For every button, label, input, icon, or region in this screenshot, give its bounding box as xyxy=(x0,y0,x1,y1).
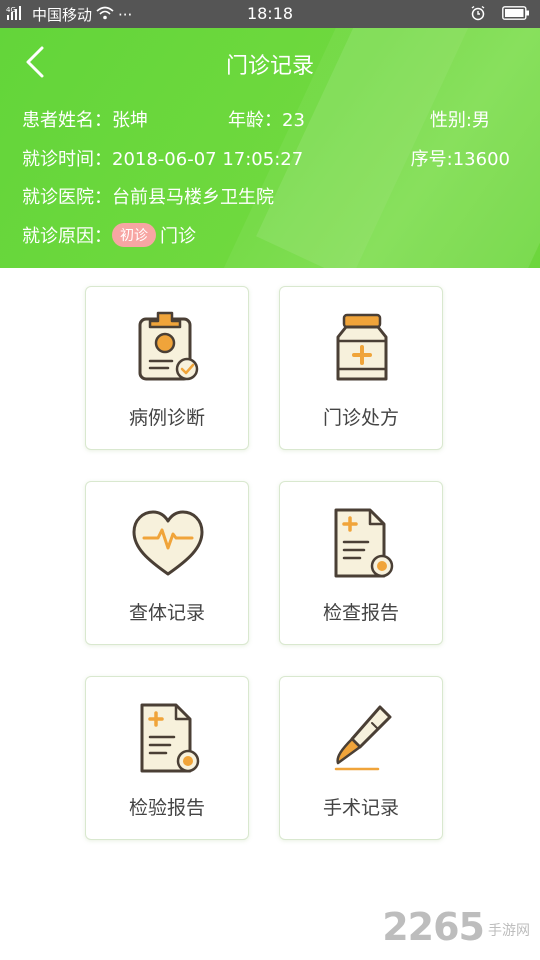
exam-report-card[interactable]: 检查报告 xyxy=(279,481,443,645)
card-label: 检查报告 xyxy=(322,602,399,624)
patient-gender-row: 性别:男 xyxy=(430,106,490,132)
clipboard-icon xyxy=(128,309,208,389)
visit-reason: 门诊 xyxy=(160,226,196,247)
first-visit-badge: 初诊 xyxy=(112,223,156,247)
card-label: 病例诊断 xyxy=(128,407,205,429)
watermark: 2265 手游网 xyxy=(382,905,530,949)
sequence-label: 序号: xyxy=(410,149,453,170)
heart-pulse-icon xyxy=(128,504,208,584)
hospital-label: 就诊医院： xyxy=(22,187,112,208)
patient-age-row: 年龄：23 xyxy=(228,106,305,132)
surgery-record-card[interactable]: 手术记录 xyxy=(279,676,443,840)
physical-exam-card[interactable]: 查体记录 xyxy=(85,481,249,645)
prescription-card[interactable]: 门诊处方 xyxy=(279,286,443,450)
exam-report-icon xyxy=(322,504,402,584)
card-label: 门诊处方 xyxy=(322,407,399,429)
status-right xyxy=(470,5,530,25)
card-label: 手术记录 xyxy=(322,797,399,819)
battery-icon xyxy=(502,6,530,24)
sequence-row: 序号:13600 xyxy=(411,145,510,171)
case-diagnosis-card[interactable]: 病例诊断 xyxy=(85,286,249,450)
patient-name: 张坤 xyxy=(112,110,148,131)
patient-name-row: 患者姓名：张坤 xyxy=(22,106,148,132)
card-label: 查体记录 xyxy=(128,602,205,624)
watermark-number: 2265 xyxy=(382,905,485,949)
header: 门诊记录 患者姓名：张坤 年龄：23 性别:男 就诊时间：2018-06-07 … xyxy=(0,28,540,268)
watermark-text: 手游网 xyxy=(488,923,530,939)
patient-gender-label: 性别: xyxy=(429,110,472,131)
visit-reason-row: 就诊原因： 初诊 门诊 xyxy=(22,222,196,248)
card-label: 检验报告 xyxy=(128,797,205,819)
hospital-row: 就诊医院：台前县马楼乡卫生院 xyxy=(22,183,274,209)
visit-reason-label: 就诊原因： xyxy=(22,226,112,247)
page-title: 门诊记录 xyxy=(225,54,314,79)
visit-time-label: 就诊时间： xyxy=(22,149,112,170)
patient-age-label: 年龄： xyxy=(228,110,282,131)
patient-name-label: 患者姓名： xyxy=(22,110,112,131)
status-time: 18:18 xyxy=(246,4,294,23)
scalpel-icon xyxy=(322,699,402,779)
medicine-bottle-icon xyxy=(322,309,402,389)
lab-report-icon xyxy=(128,699,208,779)
hospital-name: 台前县马楼乡卫生院 xyxy=(112,187,274,208)
status-bar: 4G 中国移动 ··· 18:18 xyxy=(0,0,540,28)
patient-gender: 男 xyxy=(472,110,490,131)
visit-time: 2018-06-07 17:05:27 xyxy=(112,149,304,170)
patient-age: 23 xyxy=(282,110,305,131)
visit-time-row: 就诊时间：2018-06-07 17:05:27 xyxy=(22,145,303,171)
lab-report-card[interactable]: 检验报告 xyxy=(85,676,249,840)
sequence-number: 13600 xyxy=(452,149,510,170)
alarm-icon xyxy=(470,5,486,25)
